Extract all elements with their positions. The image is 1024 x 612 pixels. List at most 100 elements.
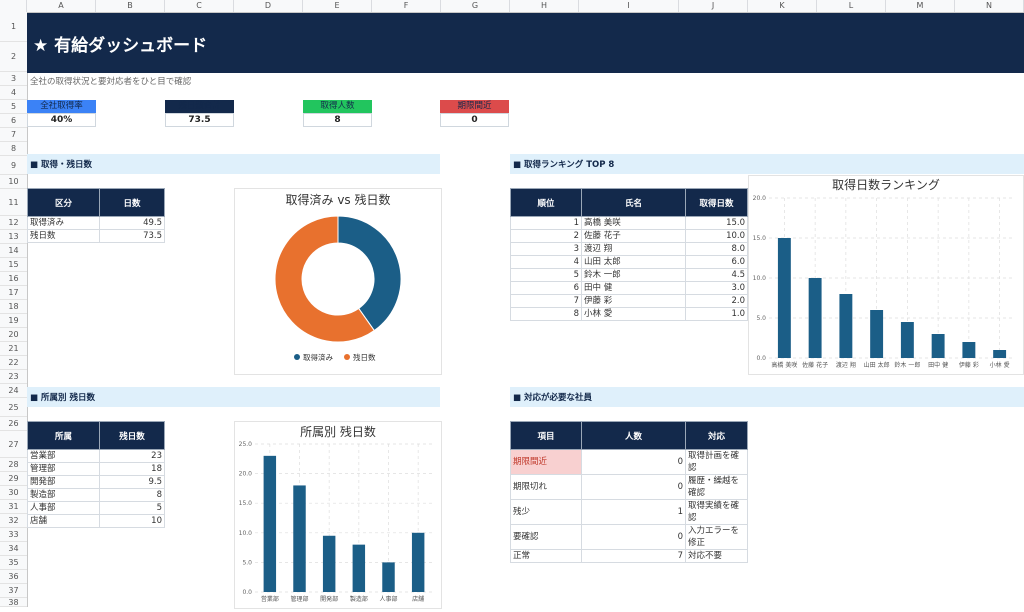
table-cell[interactable]: 営業部 [27, 449, 100, 463]
table-cell[interactable]: 5 [99, 501, 165, 515]
table-cell[interactable]: 7 [510, 294, 582, 308]
table-cell[interactable]: 3 [510, 242, 582, 256]
row-header-7[interactable]: 7 [0, 128, 27, 142]
row-header-13[interactable]: 13 [0, 230, 27, 244]
table-cell[interactable]: 入力エラーを修正 [685, 524, 748, 550]
row-header-25[interactable]: 25 [0, 398, 27, 417]
bar[interactable] [993, 350, 1007, 358]
row-header-8[interactable]: 8 [0, 142, 27, 156]
action-header-item[interactable]: 項目 [510, 421, 582, 450]
column-header-l[interactable]: L [817, 0, 886, 12]
dept-chart-panel[interactable]: 所属別 残日数 0.0 5.0 10.0 15.0 20.0 25.0 営業部 管理部 開発部 製造… [234, 421, 442, 609]
row-header-2[interactable]: 2 [0, 42, 27, 72]
select-all-corner[interactable] [0, 0, 27, 12]
dept-header-name[interactable]: 所属 [27, 421, 100, 450]
ranking-chart-panel[interactable]: 取得日数ランキング 0.0 5.0 10.0 15.0 20.0 高橋 美咲 佐藤 花子 渡辺 … [748, 175, 1024, 375]
table-cell[interactable]: 15.0 [685, 216, 748, 230]
table-cell[interactable]: 3.0 [685, 281, 748, 295]
row-header-18[interactable]: 18 [0, 300, 27, 314]
column-header-m[interactable]: M [886, 0, 955, 12]
table-cell[interactable]: 8 [510, 307, 582, 321]
column-header-f[interactable]: F [372, 0, 441, 12]
bar[interactable] [411, 532, 425, 592]
row-header-28[interactable]: 28 [0, 458, 27, 472]
table-cell[interactable]: 鈴木 一郎 [581, 268, 686, 282]
row-header-33[interactable]: 33 [0, 528, 27, 542]
table-cell[interactable]: 佐藤 花子 [581, 229, 686, 243]
bar[interactable] [322, 535, 336, 592]
table-cell[interactable]: 取得計画を確認 [685, 449, 748, 475]
table-cell[interactable]: 2.0 [685, 294, 748, 308]
bar[interactable] [839, 294, 853, 358]
row-header-12[interactable]: 12 [0, 216, 27, 230]
row-header-24[interactable]: 24 [0, 384, 27, 398]
table-cell[interactable]: 店舗 [27, 514, 100, 528]
column-header-i[interactable]: I [579, 0, 679, 12]
row-header-23[interactable]: 23 [0, 370, 27, 384]
table-cell[interactable]: 0 [581, 449, 686, 475]
kpi-value-near-deadline[interactable]: 0 [440, 113, 509, 127]
bar[interactable] [870, 310, 884, 358]
action-header-count[interactable]: 人数 [581, 421, 686, 450]
table-cell[interactable]: 8 [99, 488, 165, 502]
table-cell[interactable]: 5 [510, 268, 582, 282]
table-cell[interactable]: 伊藤 彩 [581, 294, 686, 308]
table-cell[interactable]: 9.5 [99, 475, 165, 489]
row-header-1[interactable]: 1 [0, 12, 27, 42]
table-cell[interactable]: 人事部 [27, 501, 100, 515]
column-header-e[interactable]: E [303, 0, 372, 12]
table-cell[interactable]: 小林 愛 [581, 307, 686, 321]
row-header-5[interactable]: 5 [0, 100, 27, 114]
table-cell[interactable]: 製造部 [27, 488, 100, 502]
row-header-20[interactable]: 20 [0, 328, 27, 342]
bar[interactable] [931, 334, 945, 358]
row-header-32[interactable]: 32 [0, 514, 27, 528]
bar[interactable] [352, 544, 366, 592]
table-cell[interactable]: 73.5 [99, 229, 165, 243]
table-cell[interactable]: 対応不要 [685, 549, 748, 563]
bar[interactable] [777, 238, 791, 358]
row-header-6[interactable]: 6 [0, 114, 27, 128]
column-header-a[interactable]: A [27, 0, 96, 12]
ranking-header-rank[interactable]: 順位 [510, 188, 582, 217]
table-cell[interactable]: 高橋 美咲 [581, 216, 686, 230]
bar[interactable] [808, 278, 822, 358]
kpi-value-acquisition-rate[interactable]: 40% [27, 113, 96, 127]
row-header-16[interactable]: 16 [0, 272, 27, 286]
bar[interactable] [900, 322, 914, 358]
table-cell[interactable]: 取得実績を確認 [685, 499, 748, 525]
dept-header-days[interactable]: 残日数 [99, 421, 165, 450]
bar[interactable] [293, 485, 306, 592]
summary-header-days[interactable]: 日数 [99, 188, 165, 217]
table-cell[interactable]: 正常 [510, 549, 582, 563]
table-cell[interactable]: 7 [581, 549, 686, 563]
row-header-26[interactable]: 26 [0, 417, 27, 431]
table-cell[interactable]: 49.5 [99, 216, 165, 230]
table-cell[interactable]: 要確認 [510, 524, 582, 550]
summary-header-category[interactable]: 区分 [27, 188, 100, 217]
table-cell[interactable]: 取得済み [27, 216, 100, 230]
row-header-19[interactable]: 19 [0, 314, 27, 328]
row-header-22[interactable]: 22 [0, 356, 27, 370]
table-cell[interactable]: 田中 健 [581, 281, 686, 295]
row-header-14[interactable]: 14 [0, 244, 27, 258]
row-header-11[interactable]: 11 [0, 189, 27, 216]
row-header-37[interactable]: 37 [0, 584, 27, 598]
table-cell[interactable]: 期限切れ [510, 474, 582, 500]
row-header-3[interactable]: 3 [0, 72, 27, 86]
table-cell[interactable]: 0 [581, 524, 686, 550]
table-cell[interactable]: 1 [581, 499, 686, 525]
table-cell[interactable]: 6 [510, 281, 582, 295]
table-cell[interactable]: 0 [581, 474, 686, 500]
column-header-g[interactable]: G [441, 0, 510, 12]
column-header-d[interactable]: D [234, 0, 303, 12]
table-cell[interactable]: 23 [99, 449, 165, 463]
row-header-36[interactable]: 36 [0, 570, 27, 584]
table-cell[interactable]: 4.5 [685, 268, 748, 282]
bar[interactable] [382, 562, 395, 592]
bar[interactable] [263, 455, 277, 592]
row-header-30[interactable]: 30 [0, 486, 27, 500]
table-cell[interactable]: 管理部 [27, 462, 100, 476]
ranking-header-days[interactable]: 取得日数 [685, 188, 748, 217]
table-cell[interactable]: 2 [510, 229, 582, 243]
